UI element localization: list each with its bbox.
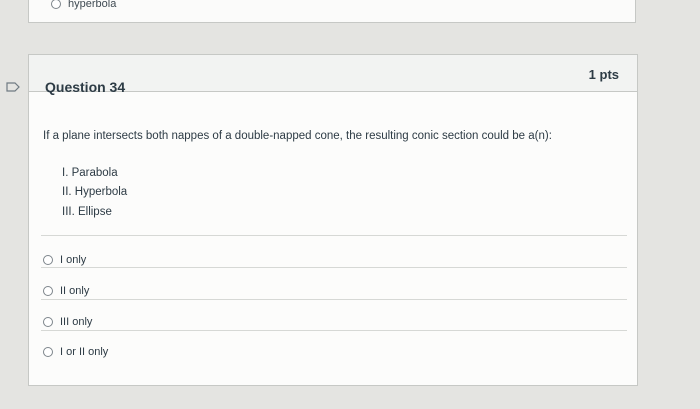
question-header: Question 34 1 pts (29, 55, 637, 95)
answer-label: I only (60, 254, 87, 266)
radio-button-icon[interactable] (43, 317, 53, 327)
question-title: Question 34 (45, 79, 126, 95)
statement-item: III. Ellipse (62, 206, 112, 218)
answer-divider (41, 267, 627, 268)
previous-answer-option-hyperbola[interactable]: hyperbola (51, 0, 116, 10)
previous-question-card: hyperbola (28, 0, 636, 23)
statement-item: I. Parabola (62, 167, 118, 179)
answer-divider (41, 330, 627, 331)
answer-option-i-only[interactable]: I only (43, 254, 86, 266)
flag-icon[interactable] (6, 82, 20, 92)
answer-option-iii-only[interactable]: III only (43, 316, 92, 328)
answer-option-i-or-ii-only[interactable]: I or II only (43, 346, 108, 358)
radio-button-icon[interactable] (43, 255, 53, 265)
answer-label: II only (60, 285, 90, 297)
answer-option-ii-only[interactable]: II only (43, 285, 89, 297)
radio-button-icon[interactable] (43, 286, 53, 296)
answer-divider (41, 299, 627, 300)
radio-button-icon[interactable] (43, 347, 53, 357)
question-points: 1 pts (588, 67, 619, 82)
previous-answer-label: hyperbola (68, 0, 117, 10)
answer-label: III only (60, 316, 93, 328)
question-card: Question 34 1 pts If a plane intersects … (28, 54, 638, 386)
answer-divider (41, 235, 627, 236)
statement-item: II. Hyperbola (62, 186, 128, 198)
radio-button-icon[interactable] (51, 0, 61, 9)
question-text: If a plane intersects both nappes of a d… (43, 130, 552, 142)
answer-label: I or II only (60, 346, 109, 358)
